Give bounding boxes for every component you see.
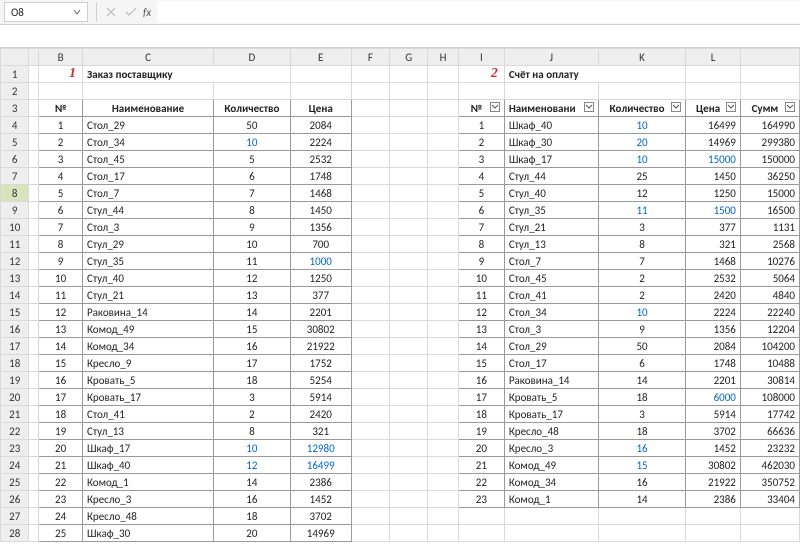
col-H: H [428,49,459,66]
column-header-row[interactable]: B C D E F G H I J K L [1,49,800,66]
col-L: L [686,49,741,66]
col-G: G [390,49,428,66]
filter-icon[interactable] [584,102,594,112]
cancel-icon[interactable] [101,2,121,22]
col-D: D [214,49,291,66]
col-A [29,49,39,66]
col-M [740,49,799,66]
name-box[interactable]: O8 [4,2,88,22]
col-I: I [458,49,504,66]
filter-icon[interactable] [785,102,795,112]
col-K: K [598,49,685,66]
chevron-down-icon[interactable] [73,8,81,16]
col-F: F [351,49,389,66]
check-icon[interactable] [121,2,141,22]
left-title: Заказ поставщику [82,66,290,83]
col-J: J [504,49,598,66]
filter-icon[interactable] [726,102,736,112]
formula-input[interactable] [157,1,800,23]
formula-bar: O8 fx [0,0,800,25]
annotation-1: 1 [69,66,78,81]
name-box-value: O8 [11,6,24,19]
col-E: E [290,49,351,66]
filter-icon[interactable] [490,102,500,112]
spreadsheet-grid[interactable]: B C D E F G H I J K L 1 1 Заказ поставщи… [0,48,800,548]
col-B: B [39,49,83,66]
filter-icon[interactable] [671,102,681,112]
col-C: C [82,49,213,66]
fx-label[interactable]: fx [143,6,151,19]
right-title: Счёт на оплату [504,66,685,83]
annotation-2: 2 [491,66,500,81]
row-hdr: 1 [1,66,29,83]
select-all-corner[interactable] [1,49,29,66]
